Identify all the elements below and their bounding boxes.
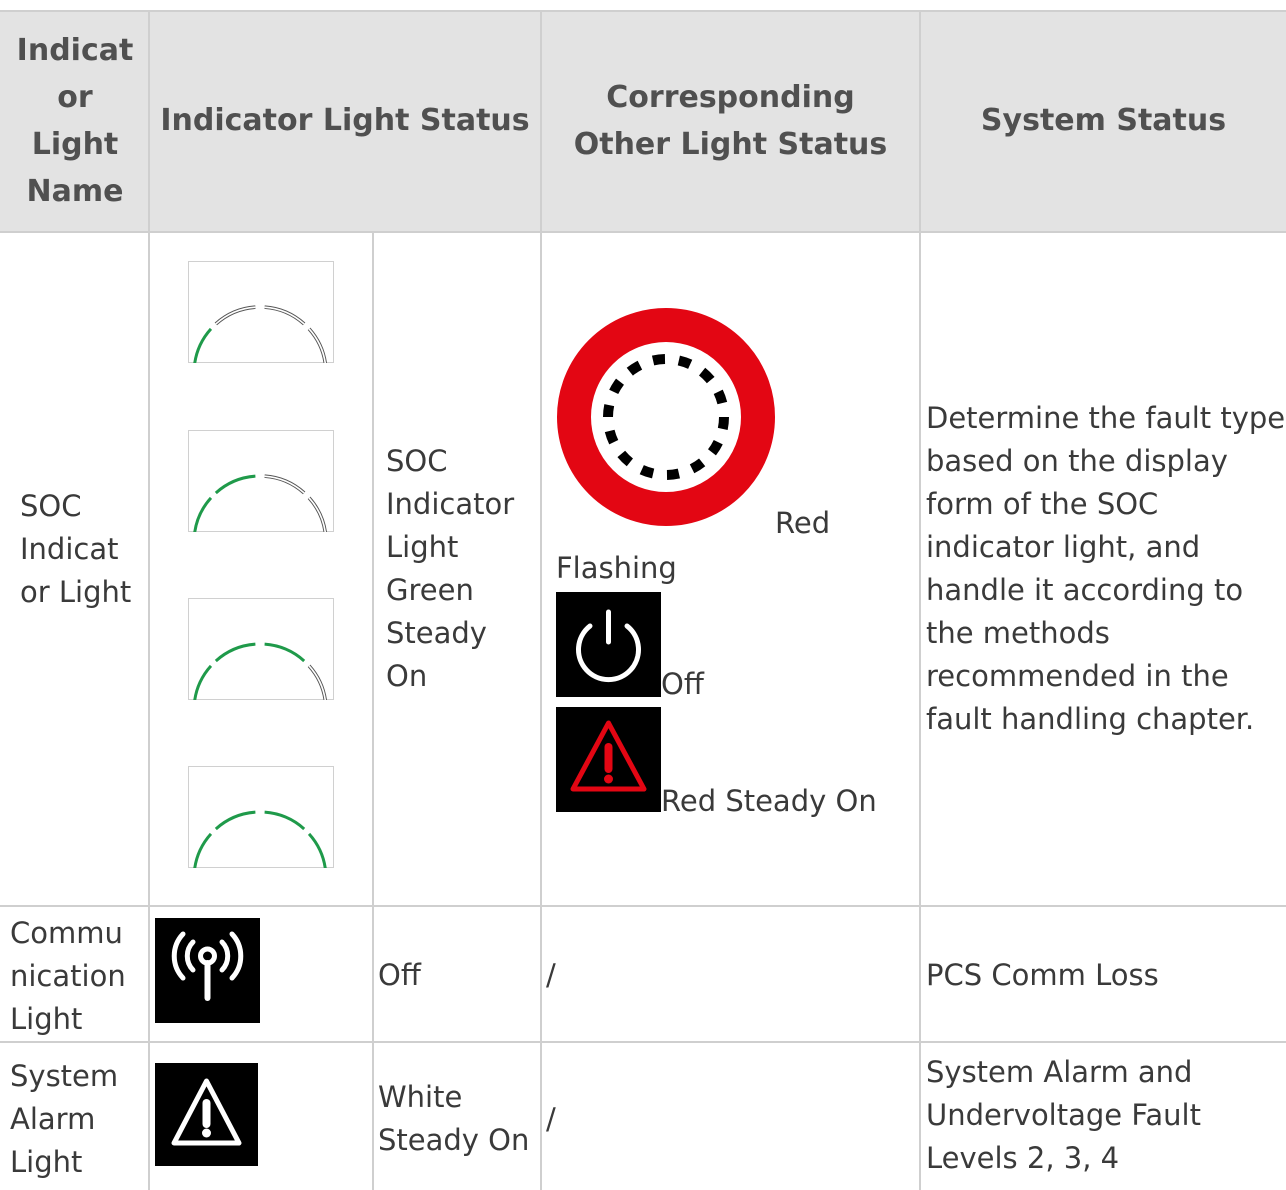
- soc-arc-segment: [214, 810, 256, 831]
- soc-arc-icon: [188, 261, 334, 363]
- alarm-light-name: System Alarm Light: [10, 1059, 119, 1179]
- red-ring-flashing-icon: [557, 308, 775, 526]
- header-system-status: System Status: [980, 103, 1227, 138]
- red-flashing-label-a: Red: [775, 506, 831, 540]
- alarm-system-status: System Alarm and Undervoltage Fault Leve…: [926, 1055, 1201, 1175]
- comm-status-text: Off: [378, 958, 421, 992]
- soc-arc-segment: [264, 305, 306, 326]
- soc-light-name: SOC Indicat or Light: [20, 489, 132, 609]
- soc-arc-segment: [307, 664, 327, 700]
- soc-arc-segment: [193, 832, 213, 868]
- comm-system-status: PCS Comm Loss: [926, 958, 1159, 992]
- soc-arc-icon: [188, 598, 334, 700]
- soc-arc-segment: [193, 664, 213, 700]
- soc-arc-segment: [264, 642, 306, 663]
- header-indicator-status: Indicator Light Status: [160, 103, 530, 138]
- alarm-status-text: White Steady On: [378, 1080, 530, 1157]
- warning-triangle-icon: [556, 707, 661, 812]
- soc-arc-segment: [307, 327, 327, 363]
- row-divider-2: [0, 1041, 1286, 1043]
- comm-other-status: /: [546, 958, 556, 992]
- red-steady-label: Red Steady On: [661, 784, 877, 818]
- red-flashing-label-b: Flashing: [556, 551, 677, 585]
- row-divider-1: [0, 905, 1286, 907]
- soc-arc-segment: [214, 305, 256, 326]
- header-divider: [0, 231, 1286, 233]
- header-light-name: Indicat or Light Name: [16, 32, 134, 209]
- header-other-light-status: Corresponding Other Light Status: [573, 79, 888, 162]
- off-label: Off: [661, 667, 704, 701]
- soc-arc-segment: [264, 474, 306, 495]
- wireless-signal-icon: [155, 918, 260, 1023]
- soc-arc-segment: [307, 832, 327, 868]
- soc-system-status: Determine the fault type based on the di…: [926, 401, 1286, 736]
- soc-arc-segment: [193, 496, 213, 532]
- soc-arc-segment: [193, 327, 213, 363]
- white-warning-triangle-icon: [155, 1063, 258, 1166]
- soc-arc-segment: [307, 496, 327, 532]
- soc-arc-segment: [214, 642, 256, 663]
- soc-status-text: SOC Indicator Light Green Steady On: [386, 444, 515, 693]
- col-divider-sub: [372, 231, 374, 1190]
- alarm-other-status: /: [546, 1102, 556, 1136]
- soc-arc-segment: [214, 474, 256, 495]
- power-icon: [556, 592, 661, 697]
- soc-arc-icon: [188, 766, 334, 868]
- soc-arc-segment: [264, 810, 306, 831]
- soc-arc-icon: [188, 430, 334, 532]
- comm-light-name: Commu nication Light: [10, 916, 126, 1036]
